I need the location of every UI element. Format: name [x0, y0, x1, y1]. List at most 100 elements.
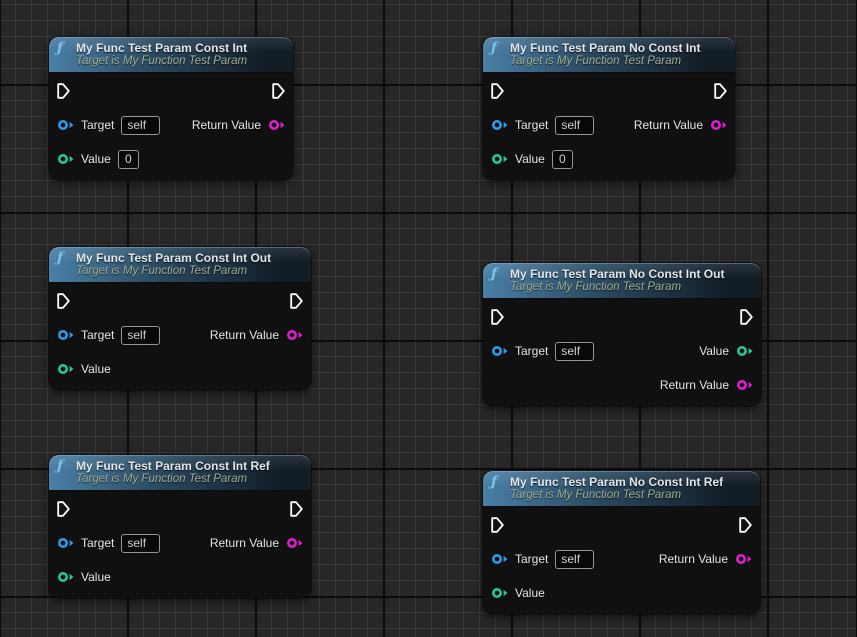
return-pin-group: Return Value — [210, 328, 303, 342]
exec-in-pin[interactable] — [57, 501, 70, 517]
target-pin[interactable] — [57, 537, 74, 549]
target-pin[interactable] — [57, 329, 74, 341]
target-pin-group: Target — [57, 326, 160, 345]
node-subtitle: Target is My Function Test Param — [510, 489, 752, 501]
node-subtitle: Target is My Function Test Param — [76, 473, 303, 485]
exec-pin-row — [491, 82, 727, 100]
node-body: Target Return Value Value — [49, 283, 311, 390]
exec-in-pin[interactable] — [491, 309, 504, 325]
return-value-label: Return Value — [660, 378, 729, 392]
target-pin[interactable] — [491, 345, 508, 357]
node-header-row: ƒ My Func Test Param Const Int Ref — [57, 459, 303, 473]
exec-pin-row — [57, 500, 303, 518]
node-my-func-test-param-const-int-out[interactable]: ƒ My Func Test Param Const Int Out Targe… — [49, 247, 311, 390]
value-pin-label: Value — [81, 362, 111, 376]
target-self-input[interactable] — [555, 116, 594, 135]
node-header[interactable]: ƒ My Func Test Param No Const Int Ref Ta… — [483, 471, 760, 507]
node-header[interactable]: ƒ My Func Test Param Const Int Ref Targe… — [49, 455, 311, 491]
pin-row: Value — [491, 148, 727, 170]
node-title: My Func Test Param No Const Int — [510, 41, 700, 55]
exec-out-pin[interactable] — [272, 83, 285, 99]
node-header[interactable]: ƒ My Func Test Param No Const Int Out Ta… — [483, 263, 761, 299]
exec-pin-row — [491, 516, 752, 534]
exec-out-pin[interactable] — [290, 501, 303, 517]
value-input[interactable] — [552, 150, 573, 169]
return-value-pin[interactable] — [286, 537, 303, 549]
value-pin[interactable] — [491, 153, 508, 165]
return-value-pin[interactable] — [268, 119, 285, 131]
exec-out-pin[interactable] — [714, 83, 727, 99]
exec-in-pin[interactable] — [57, 83, 70, 99]
return-pin-group: Return Value — [634, 118, 727, 132]
exec-pin-row — [57, 82, 285, 100]
value-pin[interactable] — [57, 363, 74, 375]
node-header-row: ƒ My Func Test Param Const Int Out — [57, 251, 303, 265]
value-out-pin[interactable] — [736, 345, 753, 357]
blueprint-graph-canvas[interactable]: ƒ My Func Test Param Const Int Target is… — [0, 0, 857, 637]
target-pin[interactable] — [57, 119, 74, 131]
target-pin-label: Target — [81, 118, 114, 132]
pin-row: Target Return Value — [57, 324, 303, 346]
node-my-func-test-param-no-const-int-out[interactable]: ƒ My Func Test Param No Const Int Out Ta… — [483, 263, 761, 406]
node-header[interactable]: ƒ My Func Test Param No Const Int Target… — [483, 37, 735, 73]
return-value-pin[interactable] — [736, 379, 753, 391]
value-out-label: Value — [699, 344, 729, 358]
value-pin[interactable] — [491, 587, 508, 599]
node-title: My Func Test Param No Const Int Out — [510, 267, 724, 281]
node-subtitle: Target is My Function Test Param — [76, 55, 285, 67]
exec-out-pin[interactable] — [740, 309, 753, 325]
target-self-input[interactable] — [555, 550, 594, 569]
node-my-func-test-param-const-int-ref[interactable]: ƒ My Func Test Param Const Int Ref Targe… — [49, 455, 311, 598]
target-self-input[interactable] — [121, 116, 160, 135]
pin-row: Return Value — [491, 374, 753, 396]
exec-in-pin[interactable] — [57, 293, 70, 309]
node-header-row: ƒ My Func Test Param Const Int — [57, 41, 285, 55]
target-pin[interactable] — [491, 119, 508, 131]
target-self-input[interactable] — [555, 342, 594, 361]
value-pin-group: Value — [57, 362, 111, 376]
node-header[interactable]: ƒ My Func Test Param Const Int Out Targe… — [49, 247, 311, 283]
exec-in-pin[interactable] — [491, 517, 504, 533]
pin-row: Target Value — [491, 340, 753, 362]
exec-out-pin[interactable] — [739, 517, 752, 533]
target-self-input[interactable] — [121, 326, 160, 345]
target-pin[interactable] — [491, 553, 508, 565]
value-pin[interactable] — [57, 153, 74, 165]
pin-row: Target Return Value — [491, 114, 727, 136]
value-pin[interactable] — [57, 571, 74, 583]
pin-row: Value — [491, 582, 752, 604]
node-title: My Func Test Param Const Int Out — [76, 251, 271, 265]
pin-row: Target Return Value — [491, 548, 752, 570]
node-subtitle: Target is My Function Test Param — [510, 281, 753, 293]
node-body: Target Value Return Value — [483, 299, 761, 406]
return-value-pin[interactable] — [286, 329, 303, 341]
value-pin-label: Value — [81, 152, 111, 166]
return-value-label: Return Value — [659, 552, 728, 566]
return-pin-group: Return Value — [659, 552, 752, 566]
target-pin-label: Target — [81, 536, 114, 550]
node-my-func-test-param-no-const-int-ref[interactable]: ƒ My Func Test Param No Const Int Ref Ta… — [483, 471, 760, 614]
pin-row: Target Return Value — [57, 114, 285, 136]
exec-out-pin[interactable] — [290, 293, 303, 309]
target-pin-label: Target — [515, 118, 548, 132]
return-value-pin[interactable] — [735, 553, 752, 565]
function-icon: ƒ — [491, 267, 504, 281]
target-self-input[interactable] — [121, 534, 160, 553]
value-pin-group: Value — [491, 150, 573, 169]
value-input[interactable] — [118, 150, 139, 169]
node-my-func-test-param-no-const-int[interactable]: ƒ My Func Test Param No Const Int Target… — [483, 37, 735, 180]
node-body: Target Return Value Value — [483, 507, 760, 614]
target-pin-label: Target — [515, 344, 548, 358]
return-value-pin[interactable] — [710, 119, 727, 131]
node-subtitle: Target is My Function Test Param — [510, 55, 727, 67]
function-icon: ƒ — [57, 41, 70, 55]
node-header[interactable]: ƒ My Func Test Param Const Int Target is… — [49, 37, 293, 73]
exec-in-pin[interactable] — [491, 83, 504, 99]
node-my-func-test-param-const-int[interactable]: ƒ My Func Test Param Const Int Target is… — [49, 37, 293, 180]
function-icon: ƒ — [57, 251, 70, 265]
value-pin-label: Value — [515, 152, 545, 166]
target-pin-label: Target — [515, 552, 548, 566]
node-title: My Func Test Param Const Int Ref — [76, 459, 270, 473]
return-value-label: Return Value — [634, 118, 703, 132]
node-body: Target Return Value Value — [49, 491, 311, 598]
